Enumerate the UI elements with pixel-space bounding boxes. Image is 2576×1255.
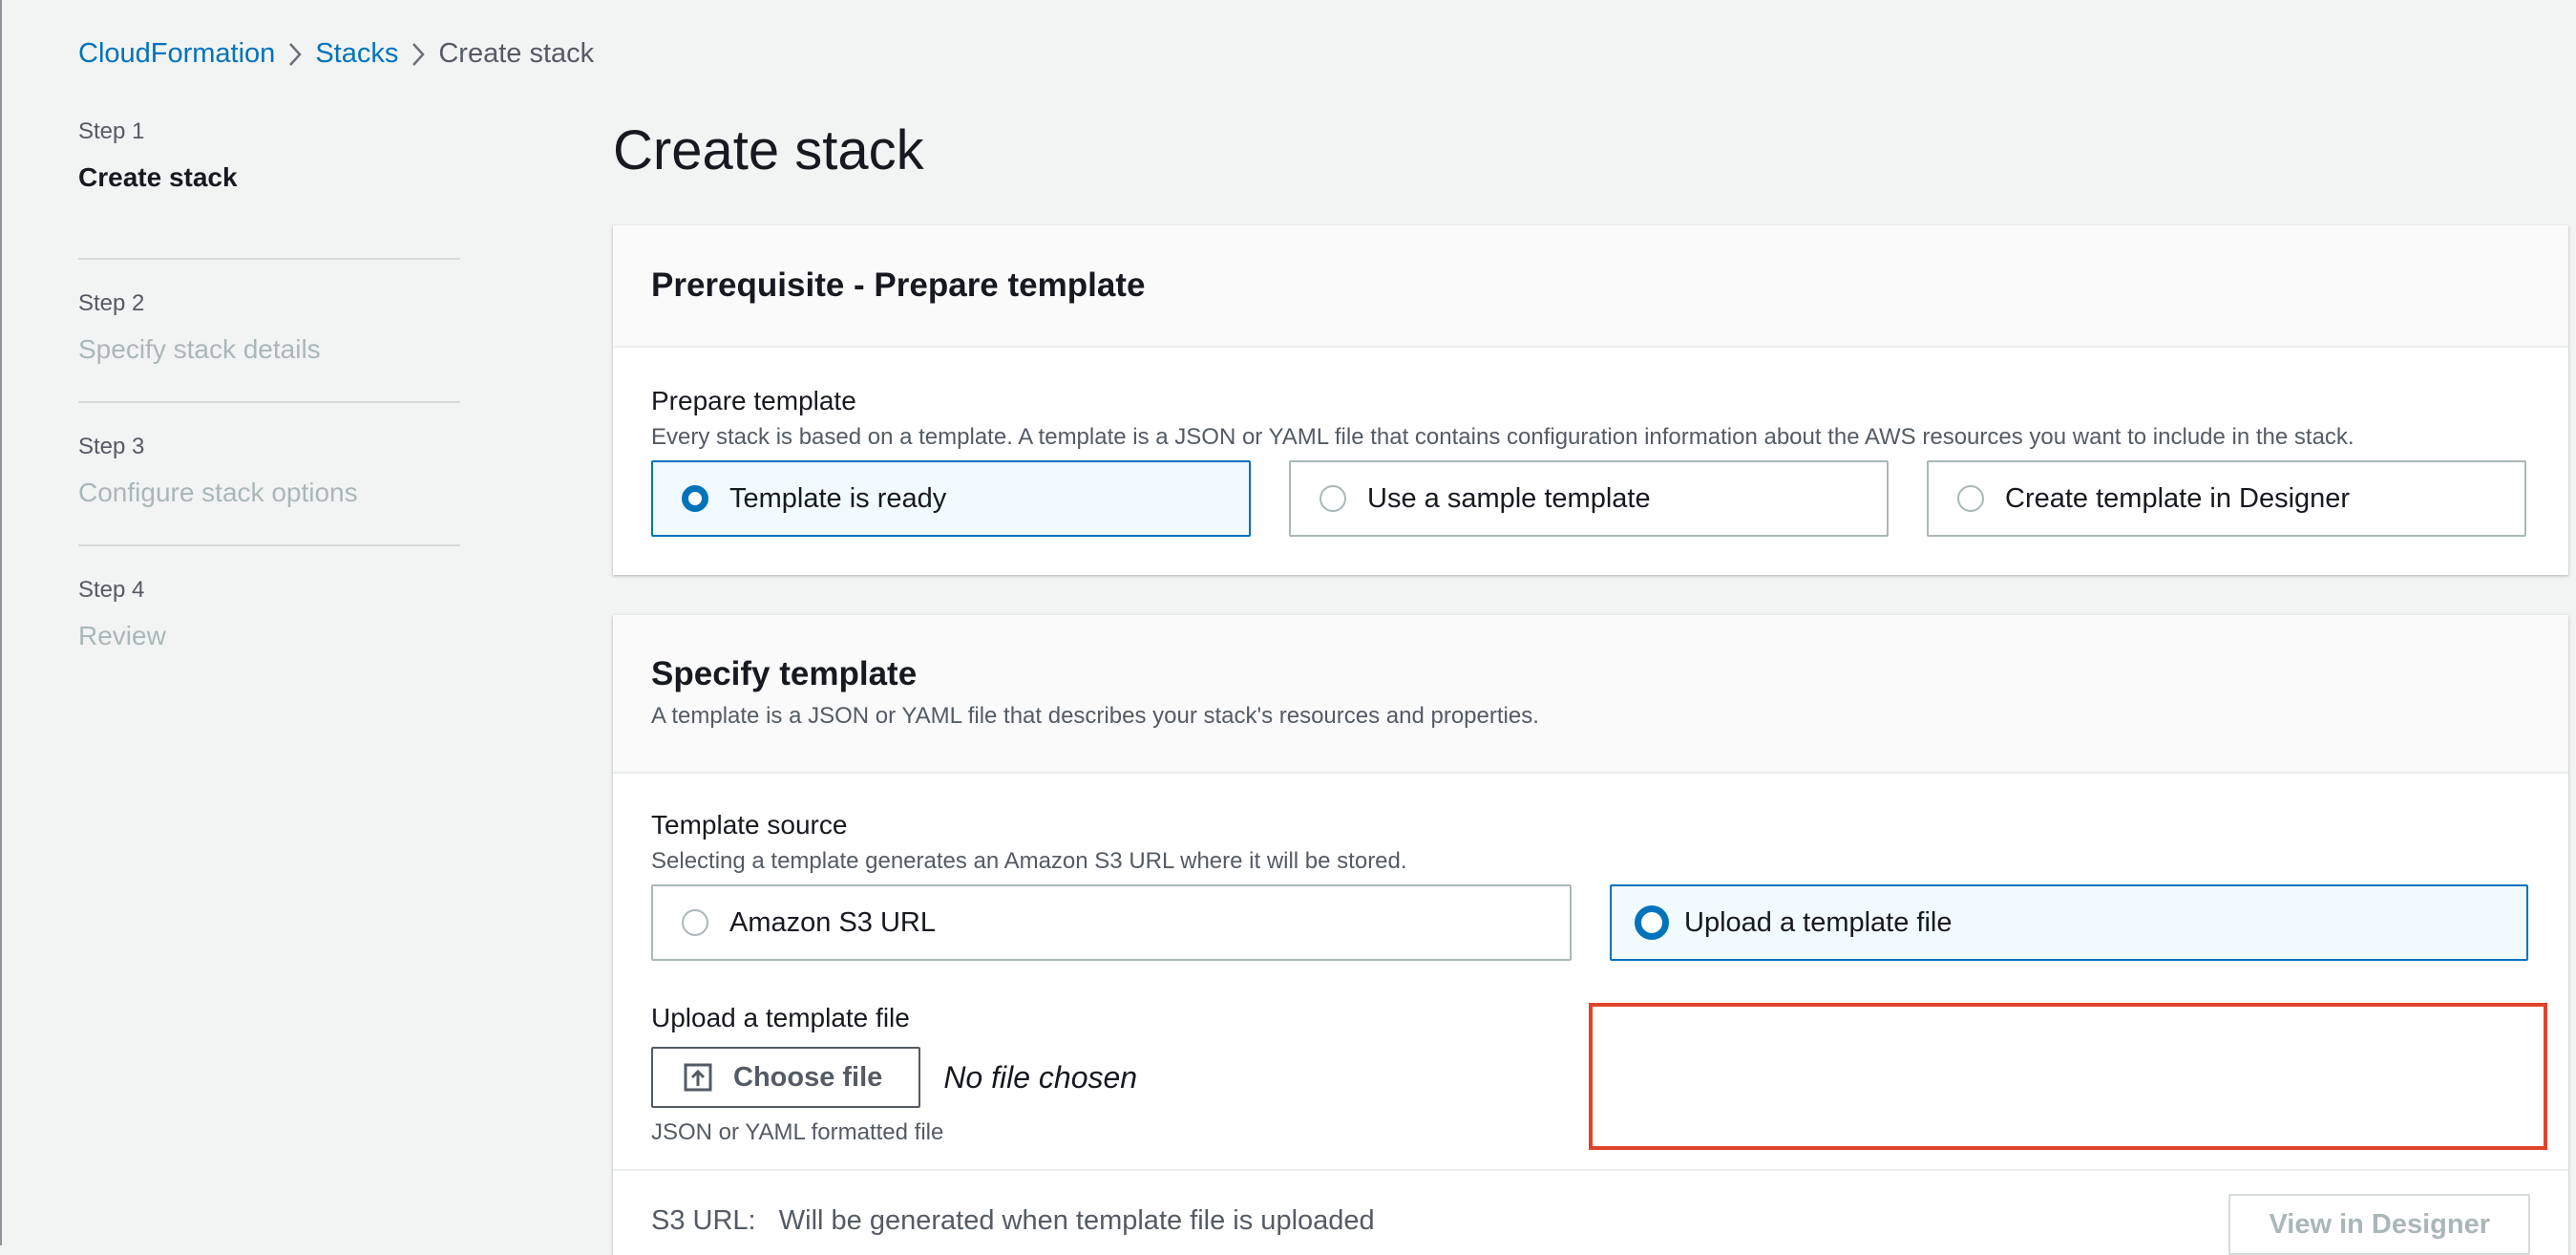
field-description: Selecting a template generates an Amazon… xyxy=(651,848,1407,874)
radio-icon[interactable] xyxy=(1957,485,1984,512)
step-title: Specify stack details xyxy=(78,334,321,364)
step-number: Step 2 xyxy=(78,290,145,316)
step-number: Step 3 xyxy=(78,434,145,459)
step-title: Review xyxy=(78,621,166,650)
field-description: Every stack is based on a template. A te… xyxy=(651,424,2354,450)
option-label: Template is ready xyxy=(729,482,947,514)
radio-selected-icon[interactable] xyxy=(682,485,708,512)
option-template-ready[interactable]: Template is ready xyxy=(651,460,1251,537)
step-number: Step 4 xyxy=(78,577,145,603)
page-frame: CloudFormation Stacks Create stack Step … xyxy=(0,0,2576,1255)
panel-title: Prerequisite - Prepare template xyxy=(651,266,1146,304)
view-in-designer-button[interactable]: View in Designer xyxy=(2228,1194,2530,1255)
option-label: Amazon S3 URL xyxy=(729,906,936,938)
option-upload-template[interactable]: Upload a template file xyxy=(1610,884,2528,961)
chevron-right-icon xyxy=(275,41,315,68)
choose-file-button[interactable]: Choose file xyxy=(651,1047,921,1108)
step-title: Configure stack options xyxy=(78,478,358,507)
specify-template-panel: Specify template A template is a JSON or… xyxy=(613,615,2568,1255)
panel-body: Prepare template Every stack is based on… xyxy=(613,348,2568,537)
no-file-chosen-text: No file chosen xyxy=(943,1059,1138,1095)
option-label: Use a sample template xyxy=(1367,482,1651,514)
panel-header: Prerequisite - Prepare template xyxy=(613,225,2568,348)
wizard-step-1: Step 1 Create stack xyxy=(78,117,460,260)
radio-icon[interactable] xyxy=(682,909,708,936)
option-label: Upload a template file xyxy=(1684,906,1953,938)
prerequisite-panel: Prerequisite - Prepare template Prepare … xyxy=(613,225,2568,575)
option-label: Create template in Designer xyxy=(2005,482,2351,514)
radio-selected-icon[interactable] xyxy=(1635,905,1669,940)
chevron-right-icon xyxy=(398,41,438,68)
field-label: Prepare template xyxy=(651,386,856,415)
wizard-steps: Step 1 Create stack Step 2 Specify stack… xyxy=(78,117,460,690)
field-label: Template source xyxy=(651,810,848,840)
breadcrumb-cloudformation[interactable]: CloudFormation xyxy=(78,38,275,70)
panel-description: A template is a JSON or YAML file that d… xyxy=(651,703,1539,729)
option-designer[interactable]: Create template in Designer xyxy=(1927,460,2526,537)
panel-body: Template source Selecting a template gen… xyxy=(613,774,2568,1255)
breadcrumb-current: Create stack xyxy=(438,38,595,69)
radio-icon[interactable] xyxy=(1320,485,1346,512)
upload-icon xyxy=(684,1063,712,1092)
page-title: Create stack xyxy=(613,119,924,181)
step-number: Step 1 xyxy=(78,118,145,144)
choose-file-label: Choose file xyxy=(733,1061,883,1093)
option-sample-template[interactable]: Use a sample template xyxy=(1289,460,1889,537)
wizard-step-2: Step 2 Specify stack details xyxy=(78,260,460,403)
prepare-template-options: Template is ready Use a sample template … xyxy=(651,460,2530,537)
s3-url-row: S3 URL: Will be generated when template … xyxy=(613,1169,2568,1255)
option-amazon-s3-url[interactable]: Amazon S3 URL xyxy=(651,884,1572,961)
step-title: Create stack xyxy=(78,162,238,192)
s3-url-text: S3 URL: Will be generated when template … xyxy=(651,1205,1375,1236)
panel-header: Specify template A template is a JSON or… xyxy=(613,615,2568,774)
breadcrumb-stacks[interactable]: Stacks xyxy=(315,38,398,70)
breadcrumb: CloudFormation Stacks Create stack xyxy=(78,38,594,70)
wizard-step-3: Step 3 Configure stack options xyxy=(78,403,460,546)
highlight-annotation xyxy=(1589,1003,2547,1150)
wizard-step-4: Step 4 Review xyxy=(78,546,460,690)
template-source-options: Amazon S3 URL Upload a template file xyxy=(651,884,2530,961)
panel-title: Specify template xyxy=(651,655,918,692)
